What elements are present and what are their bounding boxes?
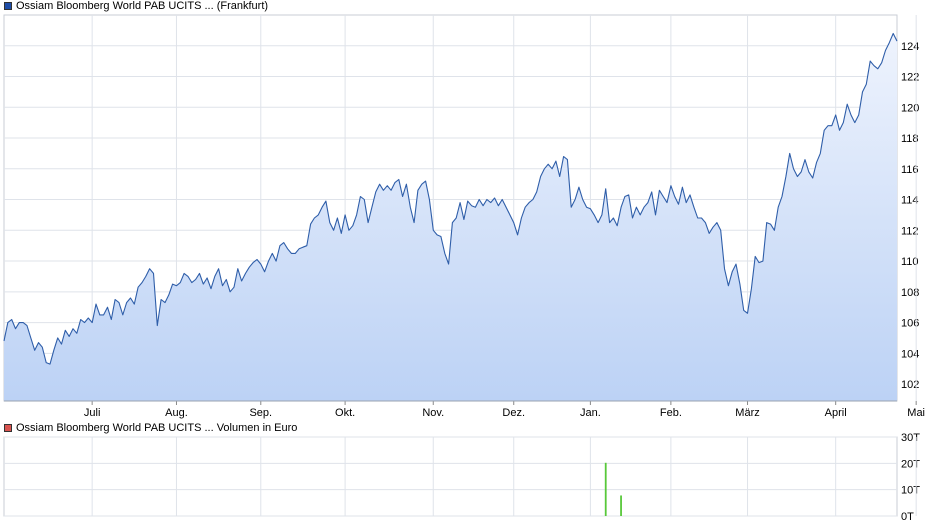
price-x-tick-label: Dez. bbox=[502, 407, 525, 419]
price-x-tick-label: Jan. bbox=[580, 407, 601, 419]
volume-bar bbox=[620, 495, 622, 516]
price-x-tick-label: Mai bbox=[907, 407, 925, 419]
volume-y-tick-label: 30T bbox=[901, 432, 920, 444]
price-x-tick-label: Nov. bbox=[422, 407, 444, 419]
price-chart: 102104106108110112114116118120122124Juli… bbox=[3, 14, 925, 419]
volume-y-tick-label: 0T bbox=[901, 511, 914, 523]
chart-canvas: 102104106108110112114116118120122124Juli… bbox=[3, 14, 925, 523]
volume-y-tick-label: 20T bbox=[901, 458, 920, 470]
price-x-tick-label: Aug. bbox=[165, 407, 188, 419]
volume-bar bbox=[604, 462, 607, 516]
volume-plot-frame bbox=[3, 436, 898, 517]
price-x-tick-label: Feb. bbox=[660, 407, 682, 419]
price-x-tick-label: April bbox=[825, 407, 847, 419]
price-x-tick-label: Juli bbox=[84, 407, 101, 419]
price-x-tick-label: Sep. bbox=[249, 407, 272, 419]
price-x-tick-label: Okt. bbox=[335, 407, 355, 419]
volume-y-tick-label: 10T bbox=[901, 485, 920, 497]
volume-chart: 0T 10T 20T 30T bbox=[3, 432, 920, 523]
price-x-tick-label: März bbox=[735, 407, 759, 419]
